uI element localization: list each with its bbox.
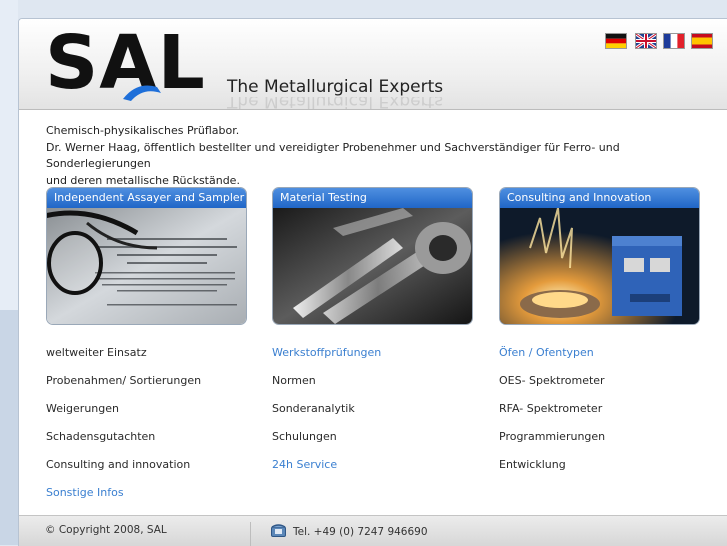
intro-line-2: Dr. Werner Haag, öffentlich bestellter u…: [46, 140, 620, 171]
link-entwicklung[interactable]: Entwicklung: [499, 458, 566, 472]
link-sonderanalytik[interactable]: Sonderanalytik: [272, 402, 355, 416]
telephone-icon: [271, 524, 286, 537]
box-title: Independent Assayer and Sampler: [47, 188, 246, 208]
certificate-with-glasses-image: [47, 208, 246, 324]
site-header: SAL The Metallurgical Experts The Metall…: [19, 19, 727, 110]
intro-text: Chemisch-physikalisches Prüflabor. Dr. W…: [46, 123, 706, 189]
link-consulting-innovation[interactable]: Consulting and innovation: [46, 458, 190, 472]
link-oes-spektrometer[interactable]: OES- Spektrometer: [499, 374, 605, 388]
link-rfa-spektrometer[interactable]: RFA- Spektrometer: [499, 402, 602, 416]
german-flag-icon[interactable]: [605, 33, 627, 49]
link-probenahmen[interactable]: Probenahmen/ Sortierungen: [46, 374, 201, 388]
tagline: The Metallurgical Experts: [227, 77, 444, 97]
intro-line-1: Chemisch-physikalisches Prüflabor.: [46, 124, 240, 137]
french-flag-icon[interactable]: [663, 33, 685, 49]
footer-divider: [250, 522, 251, 546]
link-normen[interactable]: Normen: [272, 374, 316, 388]
drill-bits-image: [273, 208, 472, 324]
link-sonstige-infos[interactable]: Sonstige Infos: [46, 486, 124, 500]
site-footer: © Copyright 2008, SAL Tel. +49 (0) 7247 …: [19, 515, 727, 546]
uk-flag-icon[interactable]: [635, 33, 657, 49]
box-consulting-innovation[interactable]: Consulting and Innovation: [499, 187, 700, 325]
link-weltweiter-einsatz[interactable]: weltweiter Einsatz: [46, 346, 147, 360]
spanish-flag-icon[interactable]: [691, 33, 713, 49]
box-material-testing[interactable]: Material Testing: [272, 187, 473, 325]
telephone-number: Tel. +49 (0) 7247 946690: [293, 526, 428, 538]
tagline-reflection: The Metallurgical Experts: [227, 97, 444, 109]
link-24h-service[interactable]: 24h Service: [272, 458, 337, 472]
link-programmierungen[interactable]: Programmierungen: [499, 430, 605, 444]
link-schulungen[interactable]: Schulungen: [272, 430, 337, 444]
copyright-text: © Copyright 2008, SAL: [45, 524, 167, 536]
link-weigerungen[interactable]: Weigerungen: [46, 402, 119, 416]
box-title: Material Testing: [273, 188, 472, 208]
logo-arc-icon: [123, 85, 161, 101]
box-independent-assayer[interactable]: Independent Assayer and Sampler: [46, 187, 247, 325]
background-band-lower: [0, 310, 18, 545]
box-title: Consulting and Innovation: [500, 188, 699, 208]
link-oefen-ofentypen[interactable]: Öfen / Ofentypen: [499, 346, 594, 360]
melting-furnace-image: [500, 208, 699, 324]
page-container: SAL The Metallurgical Experts The Metall…: [18, 18, 727, 546]
link-schadensgutachten[interactable]: Schadensgutachten: [46, 430, 155, 444]
link-werkstoffpruefungen[interactable]: Werkstoffprüfungen: [272, 346, 381, 360]
background-band: [0, 0, 18, 310]
